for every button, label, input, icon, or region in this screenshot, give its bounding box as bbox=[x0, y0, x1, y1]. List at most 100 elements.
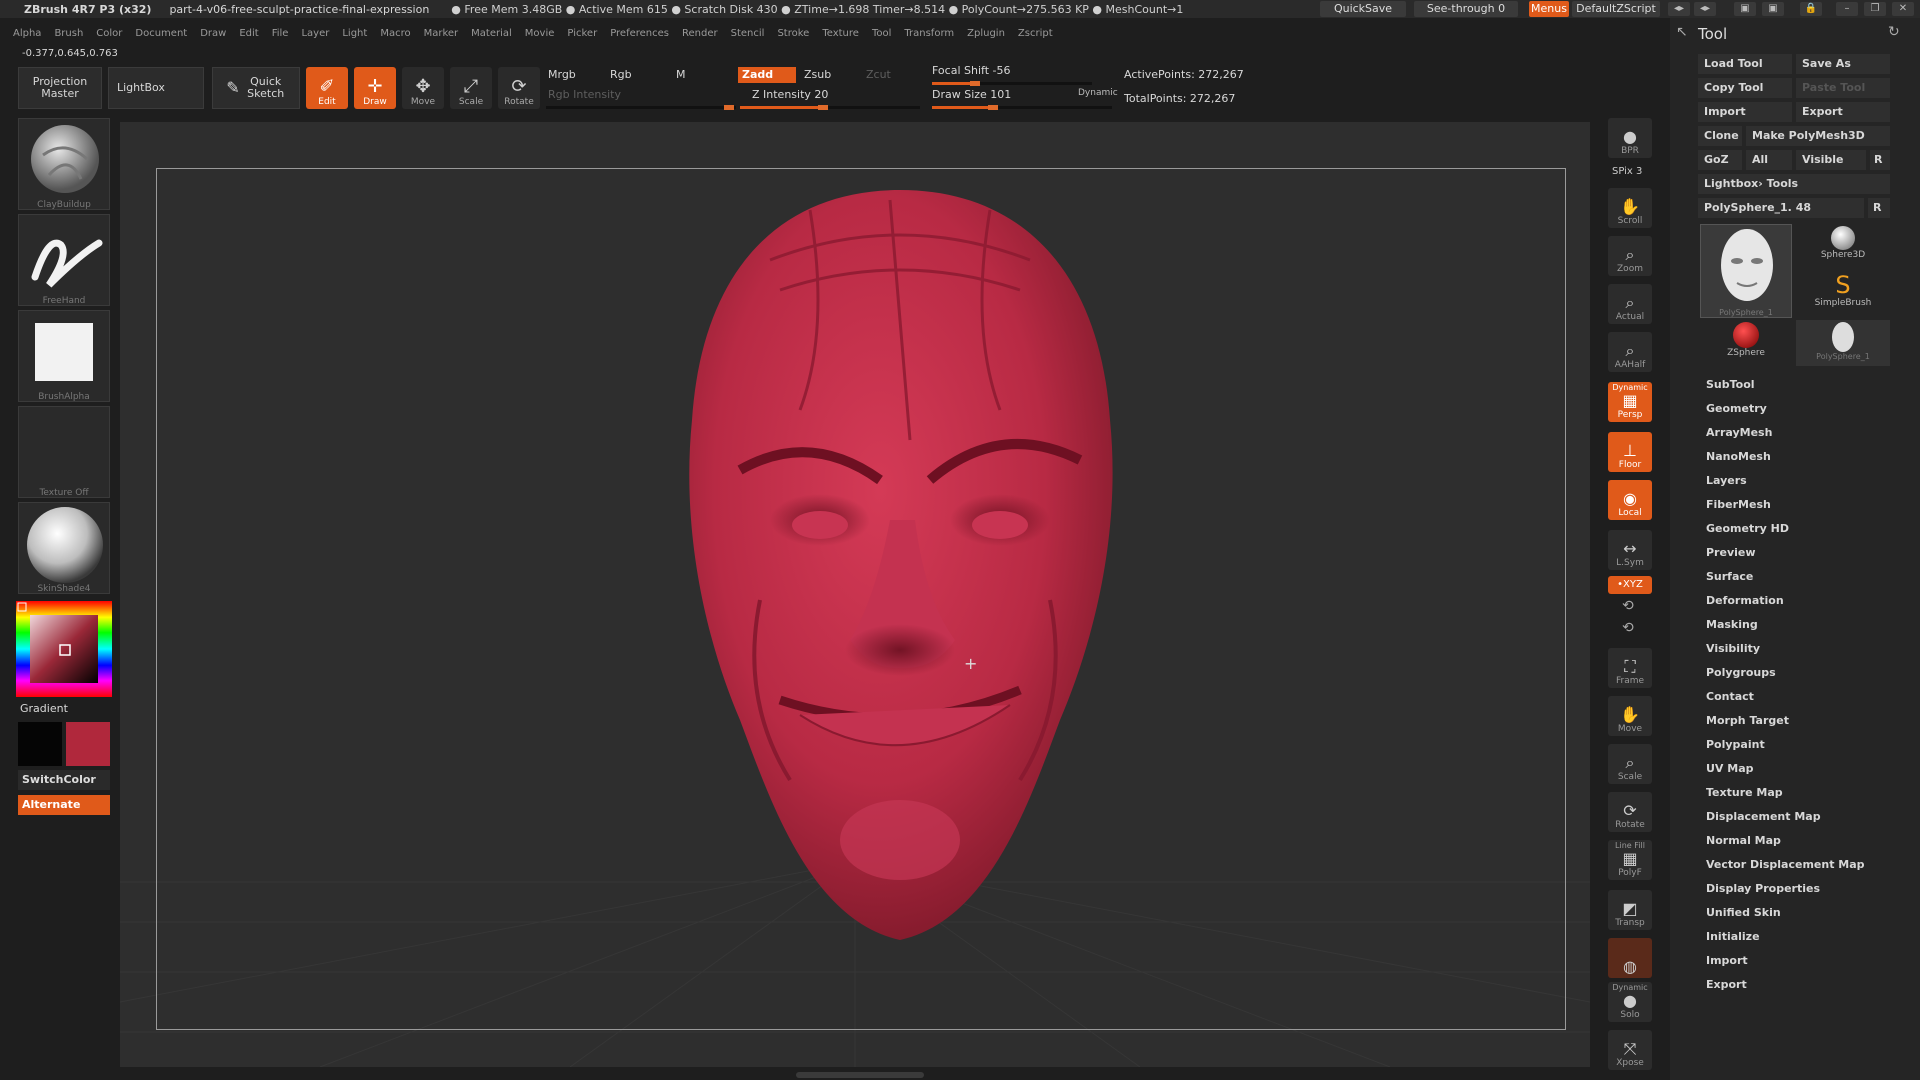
menu-light[interactable]: Light bbox=[342, 28, 367, 39]
polyf-button[interactable]: Line Fill ▦ PolyF bbox=[1608, 840, 1652, 880]
m-toggle[interactable]: M bbox=[676, 68, 686, 81]
solo-button[interactable]: Dynamic ● Solo bbox=[1608, 982, 1652, 1022]
switch-color-button[interactable]: SwitchColor bbox=[18, 770, 110, 790]
goz-button[interactable]: GoZ bbox=[1698, 150, 1742, 170]
import-button[interactable]: Import bbox=[1698, 102, 1792, 122]
scale-view-button[interactable]: ⌕ Scale bbox=[1608, 744, 1652, 784]
default-zscript-button[interactable]: DefaultZScript bbox=[1572, 1, 1660, 17]
goz-all-button[interactable]: All bbox=[1746, 150, 1792, 170]
main-color-swatch[interactable] bbox=[66, 722, 110, 766]
tool-thumb-polysphere-small[interactable]: PolySphere_1 bbox=[1796, 320, 1890, 366]
lsym-button[interactable]: ↔ L.Sym bbox=[1608, 530, 1652, 570]
tool-thumb-zsphere[interactable]: ZSphere bbox=[1700, 320, 1792, 366]
menu-zplugin[interactable]: Zplugin bbox=[967, 28, 1005, 39]
menu-color[interactable]: Color bbox=[96, 28, 122, 39]
tool-thumb-polysphere-main[interactable]: PolySphere_1 bbox=[1700, 224, 1792, 318]
material-thumbnail[interactable] bbox=[18, 502, 110, 594]
paste-tool-button[interactable]: Paste Tool bbox=[1796, 78, 1890, 98]
rotate-view-button[interactable]: ⟳ Rotate bbox=[1608, 792, 1652, 832]
menus-toggle[interactable]: Menus bbox=[1529, 1, 1569, 17]
move-mode-button[interactable]: ✥ Move bbox=[402, 67, 444, 109]
menu-stencil[interactable]: Stencil bbox=[731, 28, 765, 39]
subpalette-polygroups[interactable]: Polygroups bbox=[1706, 666, 1865, 690]
z-intensity-slider[interactable] bbox=[740, 105, 920, 110]
rgb-intensity-knob[interactable] bbox=[724, 105, 734, 110]
menu-macro[interactable]: Macro bbox=[380, 28, 410, 39]
mrgb-toggle[interactable]: Mrgb bbox=[548, 68, 576, 81]
rgb-toggle[interactable]: Rgb bbox=[610, 68, 632, 81]
subpalette-unified-skin[interactable]: Unified Skin bbox=[1706, 906, 1865, 930]
lock-icon[interactable]: 🔒 bbox=[1800, 2, 1822, 16]
lightbox-button[interactable]: LightBox bbox=[108, 67, 204, 109]
projection-master-button[interactable]: Projection Master bbox=[18, 67, 102, 109]
menu-movie[interactable]: Movie bbox=[525, 28, 555, 39]
brush-thumbnail[interactable] bbox=[18, 118, 110, 210]
stroke-thumbnail[interactable] bbox=[18, 214, 110, 306]
subpalette-uv-map[interactable]: UV Map bbox=[1706, 762, 1865, 786]
menu-file[interactable]: File bbox=[272, 28, 289, 39]
zoom-button[interactable]: ⌕ Zoom bbox=[1608, 236, 1652, 276]
draw-mode-button[interactable]: ✛ Draw bbox=[354, 67, 396, 109]
alpha-thumbnail[interactable] bbox=[18, 310, 110, 402]
see-through-slider[interactable]: See-through 0 bbox=[1414, 1, 1518, 17]
goz-r-button[interactable]: R bbox=[1870, 150, 1890, 170]
aahalf-button[interactable]: ⌕ AAHalf bbox=[1608, 332, 1652, 372]
restore-icon[interactable]: ❐ bbox=[1864, 2, 1886, 16]
subpalette-morph-target[interactable]: Morph Target bbox=[1706, 714, 1865, 738]
color-picker[interactable] bbox=[16, 601, 112, 697]
viewport-scroll-handle[interactable] bbox=[796, 1072, 924, 1078]
current-tool-slider[interactable]: PolySphere_1. 48 bbox=[1698, 198, 1864, 218]
subpalette-display-properties[interactable]: Display Properties bbox=[1706, 882, 1865, 906]
subpalette-visibility[interactable]: Visibility bbox=[1706, 642, 1865, 666]
menu-draw[interactable]: Draw bbox=[200, 28, 226, 39]
subpalette-geometry-hd[interactable]: Geometry HD bbox=[1706, 522, 1865, 546]
subpalette-fibermesh[interactable]: FiberMesh bbox=[1706, 498, 1865, 522]
subpalette-texture-map[interactable]: Texture Map bbox=[1706, 786, 1865, 810]
subpalette-polypaint[interactable]: Polypaint bbox=[1706, 738, 1865, 762]
xyz-toggle[interactable]: •XYZ bbox=[1608, 576, 1652, 594]
menu-zscript[interactable]: Zscript bbox=[1018, 28, 1053, 39]
spix-label[interactable]: SPix 3 bbox=[1612, 166, 1642, 177]
subpalette-masking[interactable]: Masking bbox=[1706, 618, 1865, 642]
subpalette-export[interactable]: Export bbox=[1706, 978, 1865, 1002]
lightbox-tools-button[interactable]: Lightbox› Tools bbox=[1698, 174, 1890, 194]
subpalette-arraymesh[interactable]: ArrayMesh bbox=[1706, 426, 1865, 450]
rotate-mode-button[interactable]: ⟳ Rotate bbox=[498, 67, 540, 109]
subpalette-import[interactable]: Import bbox=[1706, 954, 1865, 978]
menu-marker[interactable]: Marker bbox=[424, 28, 459, 39]
export-button[interactable]: Export bbox=[1796, 102, 1890, 122]
zcut-toggle[interactable]: Zcut bbox=[866, 68, 891, 81]
layout-icon[interactable]: ▣ bbox=[1734, 2, 1756, 16]
subpalette-deformation[interactable]: Deformation bbox=[1706, 594, 1865, 618]
layout2-icon[interactable]: ▣ bbox=[1762, 2, 1784, 16]
menu-tool[interactable]: Tool bbox=[872, 28, 891, 39]
zsub-toggle[interactable]: Zsub bbox=[804, 68, 831, 81]
subpalette-contact[interactable]: Contact bbox=[1706, 690, 1865, 714]
save-as-button[interactable]: Save As bbox=[1796, 54, 1890, 74]
floor-button[interactable]: ⊥ Floor bbox=[1608, 432, 1652, 472]
rgb-intensity-slider[interactable] bbox=[546, 105, 736, 110]
edit-mode-button[interactable]: ✐ Edit bbox=[306, 67, 348, 109]
load-tool-button[interactable]: Load Tool bbox=[1698, 54, 1792, 74]
menu-document[interactable]: Document bbox=[135, 28, 187, 39]
zadd-toggle[interactable]: Zadd bbox=[738, 67, 796, 83]
quicksave-button[interactable]: QuickSave bbox=[1320, 1, 1406, 17]
actual-button[interactable]: ⌕ Actual bbox=[1608, 284, 1652, 324]
local-button[interactable]: ◉ Local bbox=[1608, 480, 1652, 520]
persp-button[interactable]: Dynamic ▦ Persp bbox=[1608, 382, 1652, 422]
move-view-button[interactable]: ✋ Move bbox=[1608, 696, 1652, 736]
subpalette-preview[interactable]: Preview bbox=[1706, 546, 1865, 570]
make-polymesh-button[interactable]: Make PolyMesh3D bbox=[1746, 126, 1890, 146]
menu-render[interactable]: Render bbox=[682, 28, 718, 39]
palette-right-icon[interactable]: ◂▸ bbox=[1694, 2, 1716, 16]
menu-alpha[interactable]: Alpha bbox=[13, 28, 41, 39]
tool-thumb-simplebrush[interactable]: S SimpleBrush bbox=[1796, 272, 1890, 318]
close-icon[interactable]: ✕ bbox=[1892, 2, 1914, 16]
tool-palette-reset-icon[interactable]: ↻ bbox=[1888, 24, 1900, 40]
current-tool-r-button[interactable]: R bbox=[1868, 198, 1890, 218]
xpose-button[interactable]: ⤧ Xpose bbox=[1608, 1030, 1652, 1070]
menu-edit[interactable]: Edit bbox=[239, 28, 258, 39]
menu-layer[interactable]: Layer bbox=[301, 28, 329, 39]
minimize-icon[interactable]: – bbox=[1836, 2, 1858, 16]
menu-material[interactable]: Material bbox=[471, 28, 512, 39]
